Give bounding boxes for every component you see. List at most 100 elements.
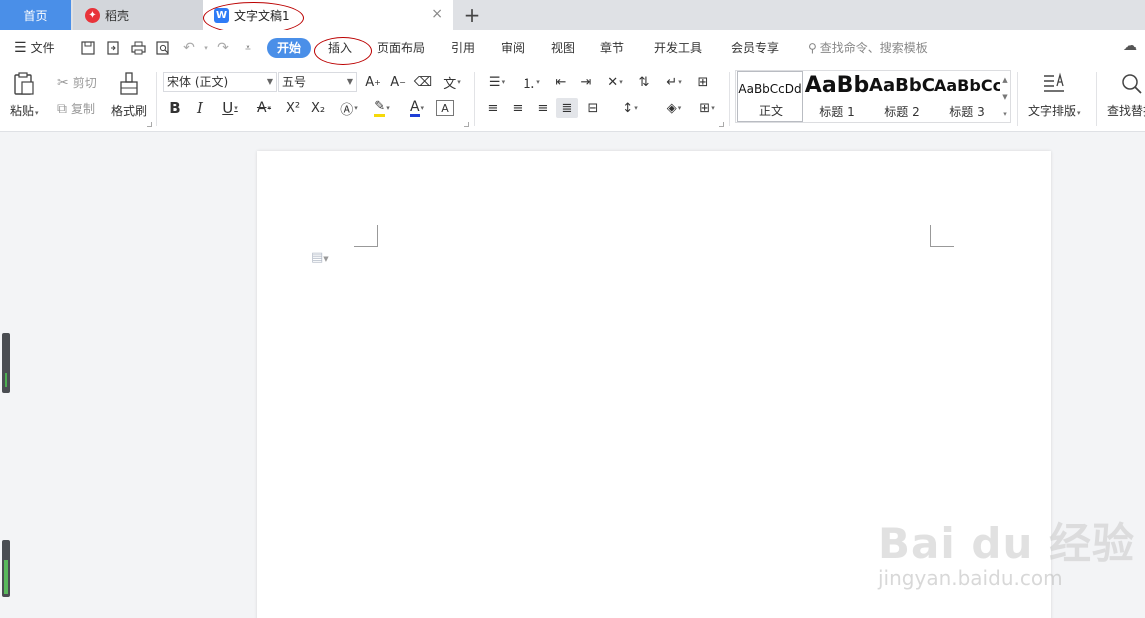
tab-bar: 首页 ✦ 稻壳 W 文字文稿1 × + — [0, 0, 1145, 34]
style-label: 标题 1 — [819, 105, 855, 119]
separator — [156, 72, 157, 126]
command-search[interactable]: ⚲ 查找命令、搜索模板 — [808, 39, 928, 56]
tab-start[interactable]: 开始 — [267, 38, 311, 58]
style-preview: AaBb — [804, 73, 870, 98]
undo-dropdown-icon[interactable]: ▾ — [197, 39, 215, 57]
superscript-icon[interactable]: X² — [283, 98, 303, 118]
highlight-icon[interactable]: ✎ ▾ — [367, 98, 397, 118]
shading-icon[interactable]: ◈ ▾ — [660, 98, 688, 118]
strikethrough-icon[interactable]: A ▾ — [250, 98, 278, 118]
style-normal[interactable]: AaBbCcDd 正文 — [737, 71, 803, 122]
brush-icon — [115, 70, 143, 98]
paragraph-handle[interactable]: ▤▼ — [311, 250, 329, 265]
text-layout-icon — [1040, 70, 1068, 98]
distributed-align-icon[interactable]: ⊟ — [583, 98, 603, 118]
save-icon[interactable] — [79, 39, 97, 57]
char-border-icon[interactable]: A — [436, 100, 454, 116]
file-menu-label: 文件 — [30, 41, 55, 55]
clear-format-icon[interactable]: ⌫ — [413, 72, 433, 92]
dialog-launcher-icon[interactable] — [719, 122, 724, 127]
styles-gallery: AaBbCcDd 正文 AaBb 标题 1 AaBbC 标题 2 AaBbCc … — [735, 70, 1011, 123]
align-left-icon[interactable]: ≡ — [483, 98, 503, 118]
tab-ruler-icon[interactable]: ⊞ — [693, 72, 713, 92]
increase-indent-icon[interactable]: ⇥ — [576, 72, 596, 92]
margin-corner-mark — [930, 225, 954, 247]
style-heading-1[interactable]: AaBb 标题 1 — [804, 71, 870, 122]
clipboard-icon — [10, 70, 38, 98]
underline-icon[interactable]: U ▾ — [216, 98, 244, 118]
tab-home[interactable]: 首页 — [0, 0, 71, 30]
tab-document[interactable]: W 文字文稿1 × — [203, 0, 453, 30]
justify-icon[interactable]: ≣ — [556, 98, 578, 118]
style-heading-2[interactable]: AaBbC 标题 2 — [869, 71, 935, 122]
show-marks-icon[interactable]: ↵ ▾ — [660, 72, 688, 92]
separator — [1096, 72, 1097, 126]
style-heading-3[interactable]: AaBbCc 标题 3 — [934, 71, 1000, 122]
decrease-indent-icon[interactable]: ⇤ — [551, 72, 571, 92]
tab-chapter[interactable]: 章节 — [600, 39, 624, 56]
font-name-select[interactable]: 宋体 (正文) ▼ — [163, 72, 277, 92]
styles-scroll[interactable]: ▲ ▼ ▾ — [1000, 71, 1010, 122]
print-preview-icon[interactable] — [154, 39, 172, 57]
margin-corner-mark — [354, 225, 378, 247]
writer-doc-icon: W — [214, 7, 229, 23]
redo-icon[interactable]: ↷ — [214, 39, 232, 57]
text-layout-button[interactable]: 文字排版▾ — [1028, 70, 1081, 119]
print-icon[interactable] — [129, 39, 147, 57]
format-painter-button[interactable]: 格式刷 — [111, 70, 147, 119]
quick-access-customize-icon[interactable]: ⩡ — [239, 39, 257, 57]
tab-review[interactable]: 审阅 — [501, 39, 525, 56]
borders-icon[interactable]: ⊞ ▾ — [693, 98, 721, 118]
font-size-select[interactable]: 五号 ▼ — [278, 72, 357, 92]
expand-gallery-icon[interactable]: ▾ — [1003, 110, 1007, 118]
cut-button[interactable]: ✂ 剪切 — [57, 74, 97, 91]
chevron-down-icon[interactable]: ▼ — [1002, 93, 1007, 101]
grow-font-icon[interactable]: A + — [363, 72, 383, 92]
separator — [729, 72, 730, 126]
dialog-launcher-icon[interactable] — [147, 122, 152, 127]
side-slider-top[interactable] — [2, 333, 10, 393]
paste-button[interactable]: 粘贴▾ — [10, 70, 39, 119]
new-tab-button[interactable]: + — [461, 3, 483, 27]
undo-icon[interactable]: ↶ — [180, 39, 198, 57]
tab-developer-tools[interactable]: 开发工具 — [654, 39, 702, 56]
tab-references[interactable]: 引用 — [451, 39, 475, 56]
separator — [1017, 72, 1018, 126]
chinese-layout-icon[interactable]: ✕ ▾ — [601, 72, 629, 92]
find-replace-button[interactable]: 查找替换 — [1107, 70, 1145, 119]
subscript-icon[interactable]: X₂ — [308, 98, 328, 118]
cloud-icon[interactable]: ☁ — [1123, 38, 1137, 54]
tab-insert[interactable]: 插入 — [328, 39, 352, 56]
side-slider-bottom[interactable] — [2, 540, 10, 597]
italic-icon[interactable]: I — [191, 98, 209, 118]
copy-button[interactable]: ⧉ 复制 — [57, 100, 95, 117]
chevron-down-icon: ▾ — [1077, 109, 1081, 117]
file-menu[interactable]: ☰ 文件 — [14, 39, 55, 56]
document-page[interactable]: ▤▼ — [257, 151, 1051, 618]
bold-icon[interactable]: B — [166, 98, 184, 118]
shrink-font-icon[interactable]: A − — [388, 72, 408, 92]
tab-home-label: 首页 — [23, 8, 48, 23]
style-label: 正文 — [758, 104, 783, 118]
export-pdf-icon[interactable] — [104, 39, 122, 57]
font-name-value: 宋体 (正文) — [167, 75, 229, 89]
line-spacing-icon[interactable]: ↕ ▾ — [616, 98, 644, 118]
tab-page-layout[interactable]: 页面布局 — [377, 39, 425, 56]
font-color-icon[interactable]: A ▾ — [403, 98, 431, 118]
align-right-icon[interactable]: ≡ — [533, 98, 553, 118]
search-icon: ⚲ — [808, 41, 817, 55]
bullet-list-icon[interactable]: ☰ ▾ — [483, 72, 511, 92]
tab-member[interactable]: 会员专享 — [731, 39, 779, 56]
close-icon[interactable]: × — [431, 7, 443, 21]
align-center-icon[interactable]: ≡ — [508, 98, 528, 118]
phonetic-guide-icon[interactable]: 文 ▾ — [438, 72, 466, 92]
text-effect-icon[interactable]: Ⓐ ▾ — [335, 98, 363, 118]
tab-view[interactable]: 视图 — [551, 39, 575, 56]
ribbon-toolbar: 粘贴▾ ✂ 剪切 ⧉ 复制 格式刷 宋体 (正文) ▼ 五号 ▼ A + A − ⌫ 文 ▾ … — [0, 66, 1145, 132]
dialog-launcher-icon[interactable] — [464, 122, 469, 127]
tab-docer[interactable]: ✦ 稻壳 — [73, 0, 203, 30]
numbered-list-icon[interactable]: ⒈ ▾ — [517, 72, 545, 92]
chevron-down-icon: ▼ — [266, 77, 273, 86]
chevron-up-icon[interactable]: ▲ — [1002, 76, 1007, 84]
sort-icon[interactable]: ⇅ — [634, 72, 654, 92]
